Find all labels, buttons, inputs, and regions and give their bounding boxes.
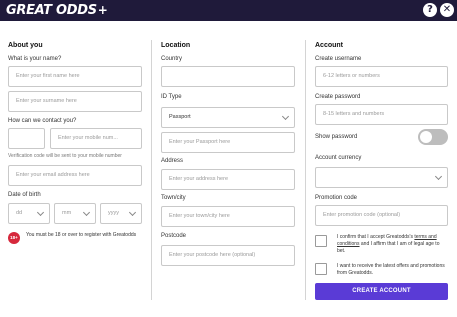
address-label: Address — [161, 158, 184, 164]
dob-day-value: dd — [16, 210, 23, 216]
password-label: Create password — [315, 94, 361, 100]
password-input[interactable]: 8-15 letters and numbers — [315, 104, 448, 125]
town-input[interactable]: Enter your town/city here — [161, 206, 295, 227]
address-input[interactable]: Enter your address here — [161, 169, 295, 190]
promo-label: Promotion code — [315, 195, 358, 201]
promo-code-input[interactable]: Enter promotion code (optional) — [315, 205, 448, 226]
id-type-select[interactable]: Passport — [161, 107, 295, 128]
dob-label: Date of birth — [8, 192, 41, 198]
column-divider — [305, 40, 306, 300]
marketing-checkbox[interactable] — [315, 263, 327, 275]
terms-checkbox[interactable] — [315, 235, 327, 247]
brand-logo[interactable]: GREAT ODDS+ — [6, 2, 108, 19]
chevron-down-icon — [434, 172, 443, 181]
chevron-down-icon — [36, 208, 45, 217]
username-label: Create username — [315, 56, 362, 62]
show-password-label: Show password — [315, 134, 358, 140]
age-restriction-icon: 18+ — [8, 232, 20, 244]
age-notice: You must be 18 or over to register with … — [26, 232, 137, 238]
contact-label: How can we contact you? — [8, 118, 77, 124]
section-title-location: Location — [161, 42, 191, 49]
verification-hint: Verification code will be sent to your m… — [8, 153, 122, 159]
terms-text: I confirm that I accept Greatodds's term… — [337, 234, 449, 255]
mobile-number-input[interactable]: Enter your mobile num... — [50, 128, 142, 149]
dob-year-select[interactable]: yyyy — [100, 203, 142, 224]
terms-prefix: I confirm that I accept Greatodds's — [337, 234, 415, 240]
toggle-knob — [420, 131, 432, 143]
create-account-button[interactable]: CREATE ACCOUNT — [315, 283, 448, 300]
passport-input[interactable]: Enter your Passport here — [161, 132, 295, 153]
column-divider — [151, 40, 152, 300]
close-icon[interactable]: ✕ — [440, 3, 454, 17]
chevron-down-icon — [281, 112, 290, 121]
email-input[interactable]: Enter your email address here — [8, 165, 142, 186]
logo-text: GREAT ODDS — [6, 3, 97, 18]
top-bar: GREAT ODDS+ ? ✕ — [0, 0, 457, 21]
country-label: Country — [161, 56, 183, 62]
section-title-about: About you — [8, 42, 43, 49]
mobile-prefix-input[interactable] — [8, 128, 45, 149]
id-type-value: Passport — [169, 114, 191, 120]
postcode-label: Postcode — [161, 233, 187, 239]
section-title-account: Account — [315, 42, 343, 49]
username-input[interactable]: 6-12 letters or numbers — [315, 66, 448, 87]
dob-month-value: mm — [62, 210, 72, 216]
currency-select[interactable] — [315, 167, 448, 188]
dob-year-value: yyyy — [108, 210, 119, 216]
chevron-down-icon — [82, 208, 91, 217]
town-label: Town/city — [161, 195, 186, 201]
id-type-label: ID Type — [161, 94, 182, 100]
name-label: What is your name? — [8, 56, 62, 62]
dob-day-select[interactable]: dd — [8, 203, 50, 224]
marketing-text: I want to receive the latest offers and … — [337, 263, 445, 276]
chevron-down-icon — [128, 208, 137, 217]
logo-plus: + — [97, 3, 108, 17]
dob-month-select[interactable]: mm — [54, 203, 96, 224]
country-select[interactable] — [161, 66, 295, 87]
postcode-input[interactable]: Enter your postcode here (optional) — [161, 245, 295, 266]
help-icon[interactable]: ? — [423, 3, 437, 17]
surname-input[interactable]: Enter your surname here — [8, 91, 142, 112]
show-password-toggle[interactable] — [418, 129, 448, 145]
first-name-input[interactable]: Enter your first name here — [8, 66, 142, 87]
currency-label: Account currency — [315, 155, 362, 161]
